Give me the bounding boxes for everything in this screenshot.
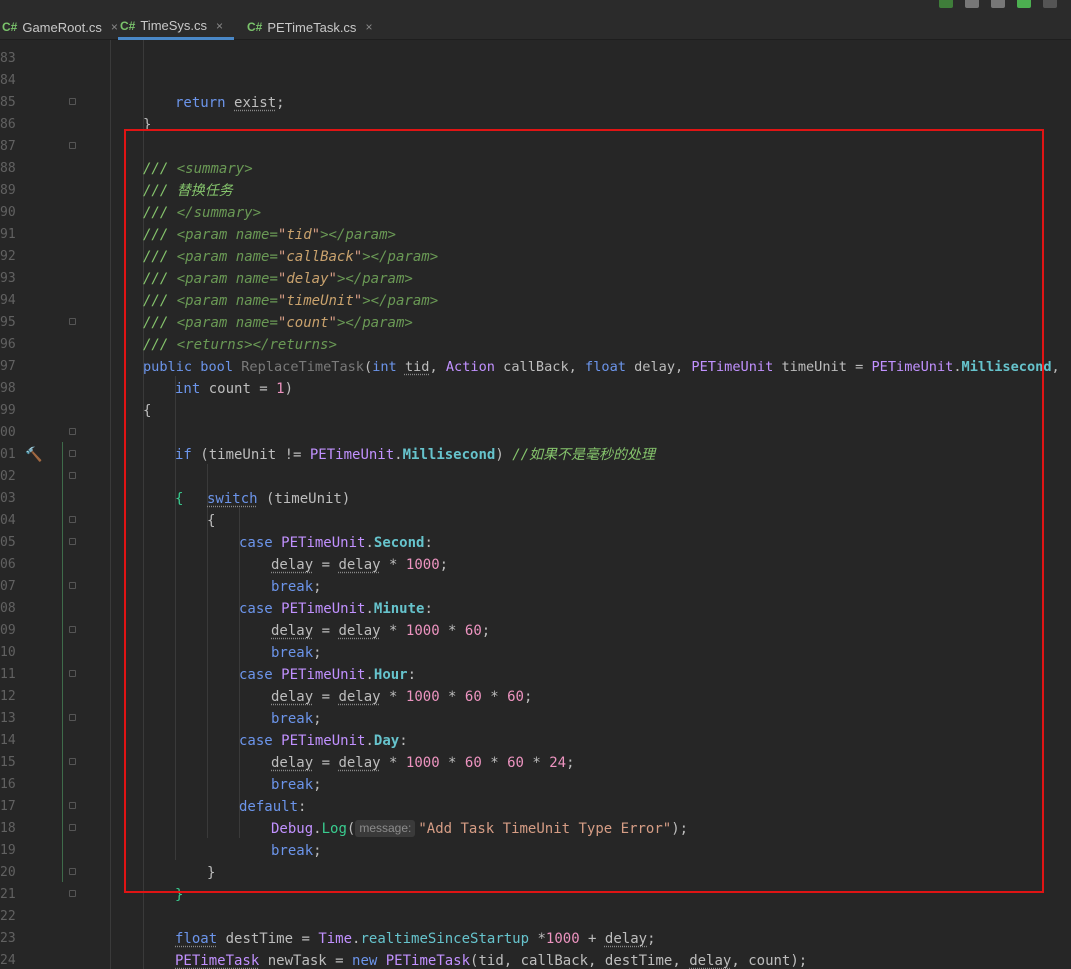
line-number-row: 21 (0, 884, 1071, 906)
tab-label: PETimeTask.cs (267, 19, 357, 35)
tab-timesys[interactable]: C# TimeSys.cs × (118, 14, 234, 40)
code-line: public bool ReplaceTimeTask(int tid, Act… (143, 359, 1060, 375)
code-line: /// <param name="delay"></param> (143, 271, 413, 287)
close-icon[interactable]: × (365, 20, 372, 34)
code-line: delay = delay * 1000; (271, 557, 449, 573)
code-line: if (timeUnit != PETimeUnit.Millisecond) … (175, 447, 656, 463)
code-line: /// <param name="timeUnit"></param> (143, 293, 439, 309)
code-line: /// <param name="count"></param> (143, 315, 413, 331)
code-line: /// <param name="callBack"></param> (143, 249, 439, 265)
line-number-row: 83 (0, 48, 1071, 70)
code-line: /// 替换任务 (143, 183, 233, 199)
code-line: } (143, 117, 152, 133)
code-line: } (207, 865, 216, 881)
code-editor[interactable]: 83 84 85 86 87 88 89 90 91 92 93 94 95 96 97 98 99 00 01 02… (0, 40, 1071, 969)
build-icon[interactable] (939, 0, 953, 8)
line-number: 83 (0, 51, 16, 66)
code-line: float destTime = Time.realtimeSinceStart… (175, 931, 656, 947)
stop-icon[interactable] (1043, 0, 1057, 8)
tab-gameroot[interactable]: C# GameRoot.cs × (0, 14, 118, 40)
code-line: case PETimeUnit.Day: (239, 733, 408, 749)
code-line: case PETimeUnit.Second: (239, 535, 433, 551)
code-line: { (143, 403, 152, 419)
hammer-icon[interactable]: 🔨 (25, 444, 42, 466)
code-line: return exist; (175, 95, 285, 111)
line-number-row: 99 (0, 400, 1071, 422)
code-line: delay = delay * 1000 * 60 * 60 * 24; (271, 755, 575, 771)
code-line: /// </summary> (143, 205, 262, 221)
code-line: break; (271, 579, 322, 595)
code-line: case PETimeUnit.Minute: (239, 601, 433, 617)
run-icon[interactable] (1017, 0, 1031, 8)
tab-label: TimeSys.cs (140, 18, 208, 33)
code-line: break; (271, 645, 322, 661)
csharp-file-icon: C# (247, 20, 263, 34)
code-line: delay = delay * 1000 * 60 * 60; (271, 689, 533, 705)
code-line: default: (239, 799, 307, 815)
close-icon[interactable]: × (216, 19, 223, 33)
tab-petimetask[interactable]: C# PETimeTask.cs × (245, 14, 372, 40)
toolbar-icons (939, 0, 1057, 8)
editor-tab-bar: C# GameRoot.cs × C# TimeSys.cs × C# PETi… (0, 0, 1071, 40)
code-line: break; (271, 777, 322, 793)
attach-icon[interactable] (991, 0, 1005, 8)
csharp-file-icon: C# (2, 20, 18, 34)
code-line: /// <summary> (143, 161, 253, 177)
code-line: int count = 1) (175, 381, 294, 397)
close-icon[interactable]: × (111, 20, 118, 34)
code-line: } (175, 887, 184, 903)
code-line: case PETimeUnit.Hour: (239, 667, 417, 683)
code-line: { (207, 513, 216, 529)
code-line: PETimeTask newTask = new PETimeTask(tid,… (175, 953, 808, 969)
code-line: /// <returns></returns> (143, 337, 337, 353)
code-line: delay = delay * 1000 * 60; (271, 623, 491, 639)
code-line: Debug.Log(message: "Add Task TimeUnit Typ… (271, 820, 689, 837)
csharp-file-icon: C# (120, 18, 136, 33)
tab-label: GameRoot.cs (22, 19, 102, 35)
code-line: /// <param name="tid"></param> (143, 227, 396, 243)
fold-toggle-icon[interactable] (69, 890, 76, 897)
code-line: switch (timeUnit) (207, 491, 351, 507)
debug-icon[interactable] (965, 0, 979, 8)
code-line: break; (271, 711, 322, 727)
code-line: 🔨 { (0, 444, 1071, 507)
line-number-row: 86 (0, 114, 1071, 136)
code-line: break; (271, 843, 322, 859)
